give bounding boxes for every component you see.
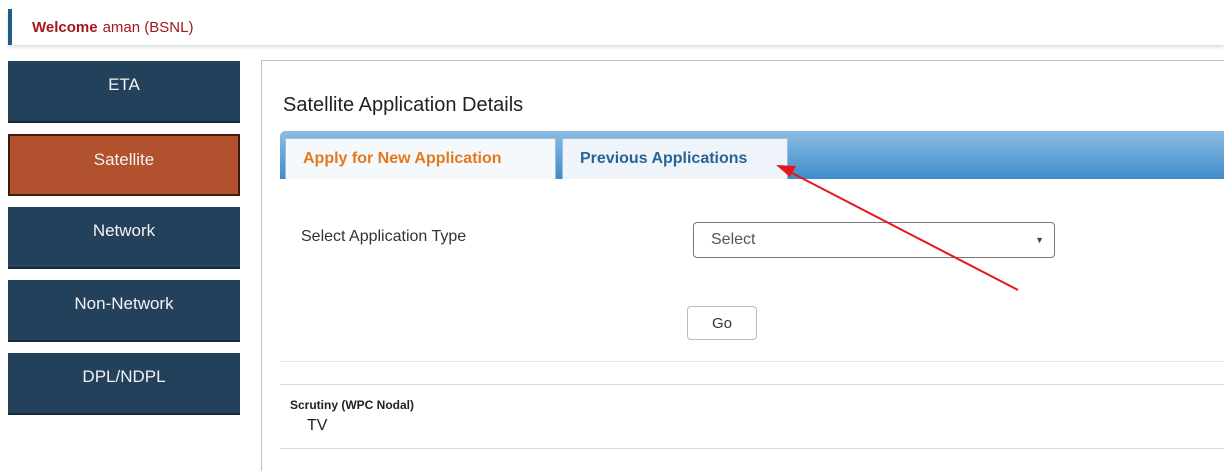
welcome-label: Welcome [32,18,98,36]
application-type-select[interactable]: Select ▼ [693,222,1055,258]
sidebar-item-label: Network [92,221,156,240]
sidebar-item-label: DPL/NDPL [82,367,166,386]
tab-label: Apply for New Application [303,150,502,167]
tab-apply-new[interactable]: Apply for New Application [285,138,556,179]
tab-previous-applications[interactable]: Previous Applications [562,138,788,179]
main-panel: Satellite Application Details Apply for … [261,60,1224,471]
application-type-label: Select Application Type [301,228,467,245]
sidebar-item-dpl-ndpl[interactable]: DPL/NDPL [8,353,240,415]
divider [280,384,1224,385]
select-value: Select [711,231,756,248]
divider [280,361,1224,362]
sidebar-item-eta[interactable]: ETA [8,61,240,123]
page-title: Satellite Application Details [283,94,524,116]
sidebar-item-label: Satellite [93,150,155,169]
divider [280,448,1224,449]
scrutiny-title: Scrutiny (WPC Nodal) [290,398,415,412]
sidebar: ETA Satellite Network Non-Network DPL/ND… [8,61,240,426]
chevron-down-icon: ▼ [1035,235,1044,245]
sidebar-item-label: Non-Network [74,294,174,313]
welcome-user: aman (BSNL) [102,18,194,36]
welcome-bar: Welcome aman (BSNL) [8,9,1224,45]
tab-strip: Apply for New Application Previous Appli… [280,131,1224,179]
sidebar-item-network[interactable]: Network [8,207,240,269]
scrutiny-value: TV [307,417,328,434]
go-button[interactable]: Go [687,306,757,340]
sidebar-item-satellite[interactable]: Satellite [8,134,240,196]
sidebar-item-non-network[interactable]: Non-Network [8,280,240,342]
sidebar-item-label: ETA [108,75,140,94]
go-button-label: Go [711,314,732,332]
tab-label: Previous Applications [580,150,748,167]
